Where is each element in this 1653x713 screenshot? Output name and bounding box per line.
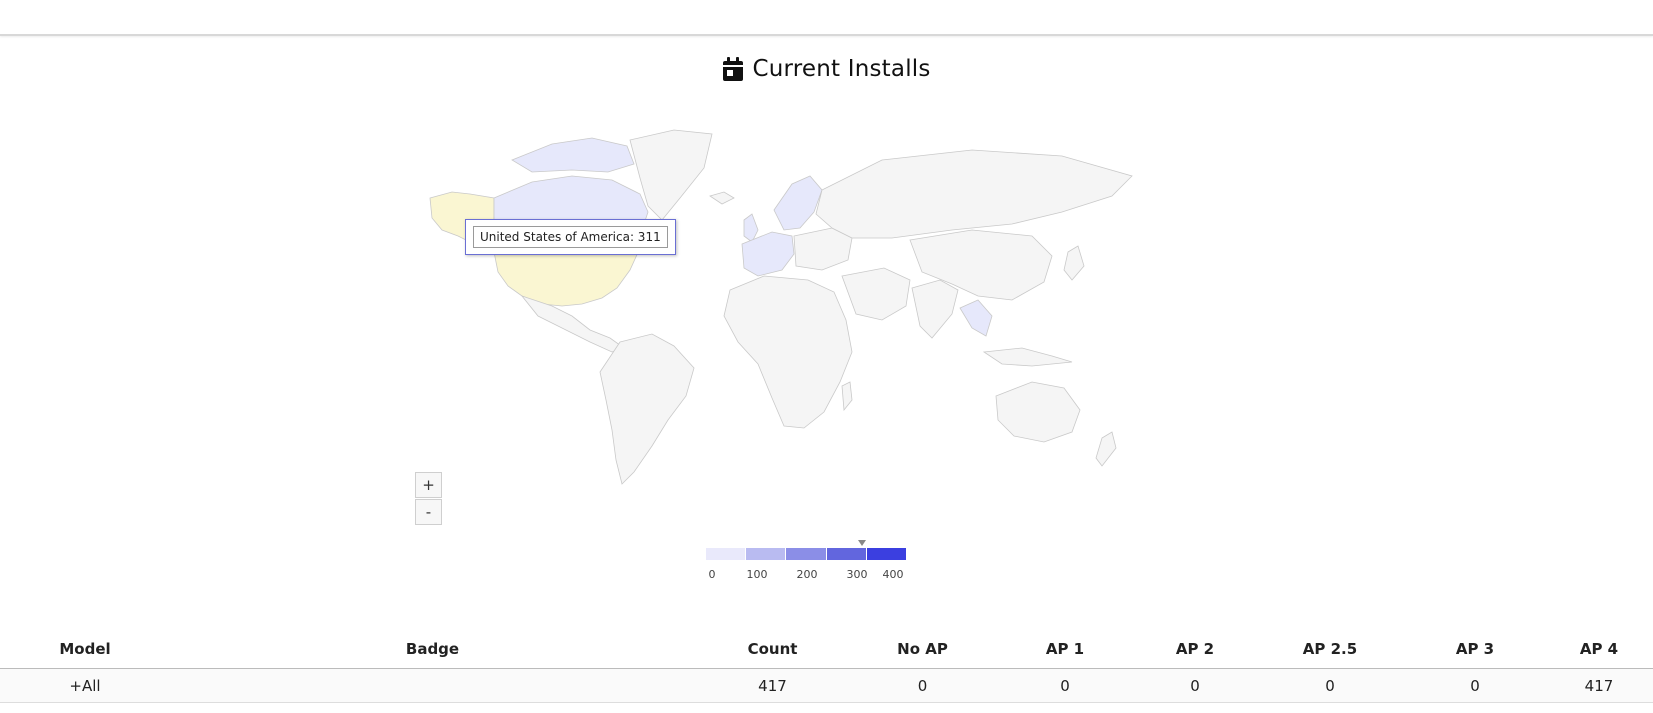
top-navbar xyxy=(0,0,1653,36)
legend-segment xyxy=(866,548,907,560)
country-iceland xyxy=(709,191,735,205)
country-se-asia xyxy=(959,299,993,337)
column-header-no-ap[interactable]: No AP xyxy=(850,630,995,669)
legend-tick: 100 xyxy=(746,568,768,581)
cell-ap25: 0 xyxy=(1255,668,1405,703)
cell-ap3: 0 xyxy=(1405,668,1545,703)
country-middle-east xyxy=(841,267,911,321)
country-madagascar xyxy=(841,381,853,412)
legend-color-bar xyxy=(706,548,907,560)
column-header-ap2[interactable]: AP 2 xyxy=(1135,630,1255,669)
column-header-ap25[interactable]: AP 2.5 xyxy=(1255,630,1405,669)
column-header-ap3[interactable]: AP 3 xyxy=(1405,630,1545,669)
table-header-row: Model Badge Count No AP AP 1 AP 2 AP 2.5… xyxy=(0,630,1653,669)
calendar-icon xyxy=(723,57,744,81)
country-new-zealand xyxy=(1095,431,1117,467)
legend-segment xyxy=(746,548,787,560)
cell-badge xyxy=(170,668,695,703)
country-india xyxy=(911,279,959,339)
zoom-out-button[interactable]: - xyxy=(415,499,442,525)
legend-value-marker xyxy=(857,540,866,546)
legend-segment xyxy=(786,548,827,560)
cell-no-ap: 0 xyxy=(850,668,995,703)
country-east-europe xyxy=(793,227,853,271)
cell-ap4: 417 xyxy=(1545,668,1653,703)
cell-ap2: 0 xyxy=(1135,668,1255,703)
country-south-america xyxy=(599,333,695,485)
color-scale-legend: 0 100 200 300 400 xyxy=(706,540,908,581)
country-canada-islands xyxy=(511,137,635,173)
column-header-model[interactable]: Model xyxy=(0,630,170,669)
country-usa xyxy=(493,247,641,307)
country-scandinavia xyxy=(773,175,823,231)
column-header-count[interactable]: Count xyxy=(695,630,850,669)
column-header-badge[interactable]: Badge xyxy=(170,630,695,669)
column-header-ap1[interactable]: AP 1 xyxy=(995,630,1135,669)
page-title: Current Installs xyxy=(0,56,1653,82)
legend-segment xyxy=(826,548,867,560)
column-header-ap4[interactable]: AP 4 xyxy=(1545,630,1653,669)
country-australia xyxy=(995,381,1081,443)
world-map-svg xyxy=(429,129,1133,485)
map-tooltip: United States of America: 311 xyxy=(465,219,676,255)
country-russia xyxy=(815,149,1133,239)
page-title-text: Current Installs xyxy=(752,56,931,82)
legend-tick: 0 xyxy=(708,568,716,581)
table-row[interactable]: +All 417 0 0 0 0 0 417 xyxy=(0,668,1653,703)
map-tooltip-text: United States of America: 311 xyxy=(473,226,668,248)
zoom-in-button[interactable]: + xyxy=(415,472,442,498)
country-uk xyxy=(743,213,759,243)
cell-count: 417 xyxy=(695,668,850,703)
country-africa xyxy=(723,275,853,429)
legend-segment xyxy=(706,548,747,560)
cell-ap1: 0 xyxy=(995,668,1135,703)
installs-table: Model Badge Count No AP AP 1 AP 2 AP 2.5… xyxy=(0,630,1653,703)
country-indonesia xyxy=(982,347,1073,367)
cell-model[interactable]: +All xyxy=(0,668,170,703)
legend-tick: 300 xyxy=(846,568,868,581)
legend-tick: 200 xyxy=(796,568,818,581)
country-japan xyxy=(1063,245,1085,281)
legend-tick: 400 xyxy=(882,568,904,581)
world-map[interactable] xyxy=(412,120,1212,520)
